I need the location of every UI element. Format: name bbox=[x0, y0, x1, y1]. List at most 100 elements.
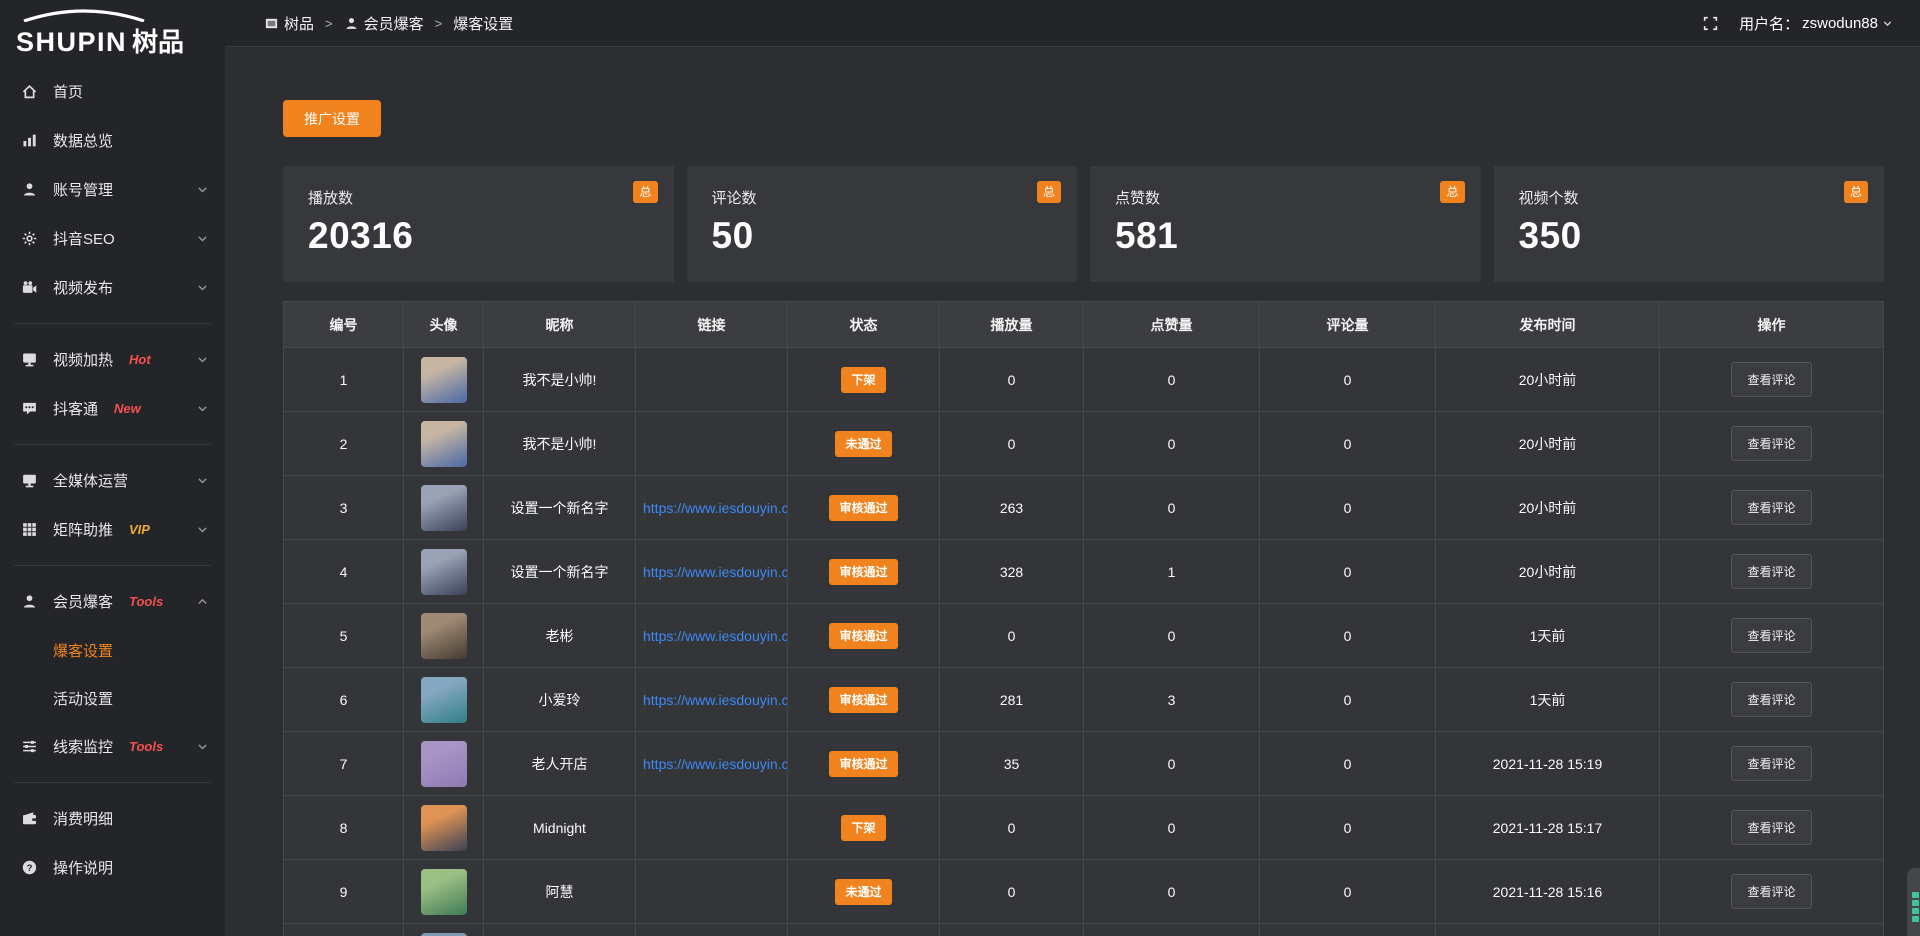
stat-cards: 播放数20316总评论数50总点赞数581总视频个数350总 bbox=[283, 166, 1884, 282]
cell-id: 7 bbox=[284, 732, 404, 796]
cell-actions: 查看评论 bbox=[1660, 796, 1884, 860]
cell-link[interactable]: https://www.iesdouyin.c bbox=[636, 732, 788, 796]
cell-link[interactable]: https://www.iesdouyin.c bbox=[636, 476, 788, 540]
cell-id: 9 bbox=[284, 860, 404, 924]
column-header-编号: 编号 bbox=[284, 302, 404, 348]
cell-time: 20小时前 bbox=[1436, 348, 1660, 412]
cell-avatar bbox=[404, 796, 484, 860]
sidebar-item-badge: New bbox=[114, 401, 141, 416]
cell-comments: 0 bbox=[1260, 796, 1436, 860]
cell-plays: 0 bbox=[940, 348, 1084, 412]
cell-time: 1天前 bbox=[1436, 668, 1660, 732]
sidebar-item-badge: Tools bbox=[129, 594, 163, 609]
table-row: 7老人开店https://www.iesdouyin.c审核通过35002021… bbox=[284, 732, 1884, 796]
wallet-icon bbox=[21, 810, 38, 827]
cell-avatar bbox=[404, 668, 484, 732]
cell-likes: 0 bbox=[1084, 732, 1260, 796]
sidebar-item-操作说明[interactable]: ?操作说明 bbox=[0, 843, 225, 892]
sidebar-item-消费明细[interactable]: 消费明细 bbox=[0, 794, 225, 843]
table-row: 4设置一个新名字https://www.iesdouyin.c审核通过32810… bbox=[284, 540, 1884, 604]
user-icon bbox=[21, 181, 38, 198]
view-comments-button[interactable]: 查看评论 bbox=[1731, 618, 1811, 653]
sidebar-divider bbox=[14, 444, 211, 445]
view-comments-button[interactable]: 查看评论 bbox=[1731, 554, 1811, 589]
view-comments-button[interactable]: 查看评论 bbox=[1731, 490, 1811, 525]
view-comments-button[interactable]: 查看评论 bbox=[1731, 874, 1811, 909]
view-comments-button[interactable]: 查看评论 bbox=[1731, 426, 1811, 461]
brand-logo[interactable]: SHUPIN 树品 bbox=[0, 0, 225, 59]
sidebar-item-线索监控[interactable]: 线索监控Tools bbox=[0, 722, 225, 771]
cell-time: 2021-11-28 15:17 bbox=[1436, 796, 1660, 860]
sliders-icon bbox=[21, 738, 38, 755]
sidebar-item-全媒体运营[interactable]: 全媒体运营 bbox=[0, 456, 225, 505]
stat-value: 20316 bbox=[308, 215, 649, 257]
cell-likes: 3 bbox=[1084, 668, 1260, 732]
cell-link[interactable]: https://www.iesdouyin.c bbox=[636, 668, 788, 732]
view-comments-button[interactable]: 查看评论 bbox=[1731, 746, 1811, 781]
status-badge: 下架 bbox=[841, 815, 885, 841]
cell-link[interactable]: https://www.iesdouyin.c bbox=[636, 604, 788, 668]
user-menu[interactable]: 用户名：zswodun88 bbox=[1739, 13, 1894, 34]
cell-nickname bbox=[484, 924, 636, 936]
table-row: 5老彬https://www.iesdouyin.c审核通过0001天前查看评论 bbox=[284, 604, 1884, 668]
stat-value: 350 bbox=[1519, 215, 1860, 257]
cell-plays: 35 bbox=[940, 732, 1084, 796]
cell-id: 8 bbox=[284, 796, 404, 860]
sidebar-item-视频加热[interactable]: 视频加热Hot bbox=[0, 335, 225, 384]
sidebar-item-label: 消费明细 bbox=[53, 808, 113, 829]
avatar bbox=[421, 485, 467, 531]
breadcrumb-separator: > bbox=[325, 16, 333, 31]
cell-link[interactable]: https://www.iesdouyin.c bbox=[636, 540, 788, 604]
view-comments-button[interactable]: 查看评论 bbox=[1731, 362, 1811, 397]
promotion-settings-button[interactable]: 推广设置 bbox=[283, 100, 381, 137]
stat-label: 播放数 bbox=[308, 187, 649, 208]
table-row: 8Midnight下架0002021-11-28 15:17查看评论 bbox=[284, 796, 1884, 860]
sidebar-item-账号管理[interactable]: 账号管理 bbox=[0, 165, 225, 214]
cell-id: 5 bbox=[284, 604, 404, 668]
sidebar-item-label: 视频发布 bbox=[53, 277, 113, 298]
content-area: 推广设置 播放数20316总评论数50总点赞数581总视频个数350总 编号头像… bbox=[225, 47, 1920, 936]
sidebar-item-矩阵助推[interactable]: 矩阵助推VIP bbox=[0, 505, 225, 554]
stat-card-视频个数: 视频个数350总 bbox=[1494, 166, 1885, 282]
logo-text-en: SHUPIN bbox=[16, 27, 127, 58]
sidebar-item-抖音SEO[interactable]: 抖音SEO bbox=[0, 214, 225, 263]
avatar bbox=[421, 613, 467, 659]
status-badge: 审核通过 bbox=[829, 495, 897, 521]
cell-plays bbox=[940, 924, 1084, 936]
stat-card-播放数: 播放数20316总 bbox=[283, 166, 674, 282]
cell-status: 审核通过 bbox=[788, 604, 940, 668]
table-row: 2我不是小帅!未通过00020小时前查看评论 bbox=[284, 412, 1884, 476]
sidebar-item-抖客通[interactable]: 抖客通New bbox=[0, 384, 225, 433]
breadcrumb-item-会员爆客[interactable]: 会员爆客 bbox=[344, 13, 424, 34]
sidebar-item-会员爆客[interactable]: 会员爆客Tools bbox=[0, 577, 225, 626]
table-header-row: 编号头像昵称链接状态播放量点赞量评论量发布时间操作 bbox=[284, 302, 1884, 348]
view-comments-button[interactable]: 查看评论 bbox=[1731, 810, 1811, 845]
view-comments-button[interactable]: 查看评论 bbox=[1731, 682, 1811, 717]
floating-widget[interactable] bbox=[1907, 868, 1920, 936]
sidebar-item-badge: VIP bbox=[129, 522, 150, 537]
cell-plays: 0 bbox=[940, 412, 1084, 476]
sidebar-subitem-爆客设置[interactable]: 爆客设置 bbox=[0, 626, 225, 674]
column-header-点赞量: 点赞量 bbox=[1084, 302, 1260, 348]
sidebar-item-badge: Tools bbox=[129, 739, 163, 754]
breadcrumb-separator: > bbox=[435, 16, 443, 31]
cell-plays: 0 bbox=[940, 860, 1084, 924]
sidebar-item-首页[interactable]: 首页 bbox=[0, 67, 225, 116]
table-row: 3设置一个新名字https://www.iesdouyin.c审核通过26300… bbox=[284, 476, 1884, 540]
cell-status: 下架 bbox=[788, 348, 940, 412]
breadcrumb-item-树品[interactable]: 树品 bbox=[264, 13, 314, 34]
sidebar-item-视频发布[interactable]: 视频发布 bbox=[0, 263, 225, 312]
sidebar-divider bbox=[14, 782, 211, 783]
sidebar-subitem-活动设置[interactable]: 活动设置 bbox=[0, 674, 225, 722]
sidebar-item-数据总览[interactable]: 数据总览 bbox=[0, 116, 225, 165]
cell-likes: 0 bbox=[1084, 348, 1260, 412]
sidebar-item-label: 首页 bbox=[53, 81, 83, 102]
chevron-down-icon bbox=[196, 402, 209, 415]
fullscreen-icon[interactable] bbox=[1702, 15, 1719, 32]
cell-plays: 281 bbox=[940, 668, 1084, 732]
sidebar-divider bbox=[14, 565, 211, 566]
cell-status bbox=[788, 924, 940, 936]
chat-icon bbox=[21, 400, 38, 417]
cell-likes: 0 bbox=[1084, 412, 1260, 476]
cell-time bbox=[1436, 924, 1660, 936]
